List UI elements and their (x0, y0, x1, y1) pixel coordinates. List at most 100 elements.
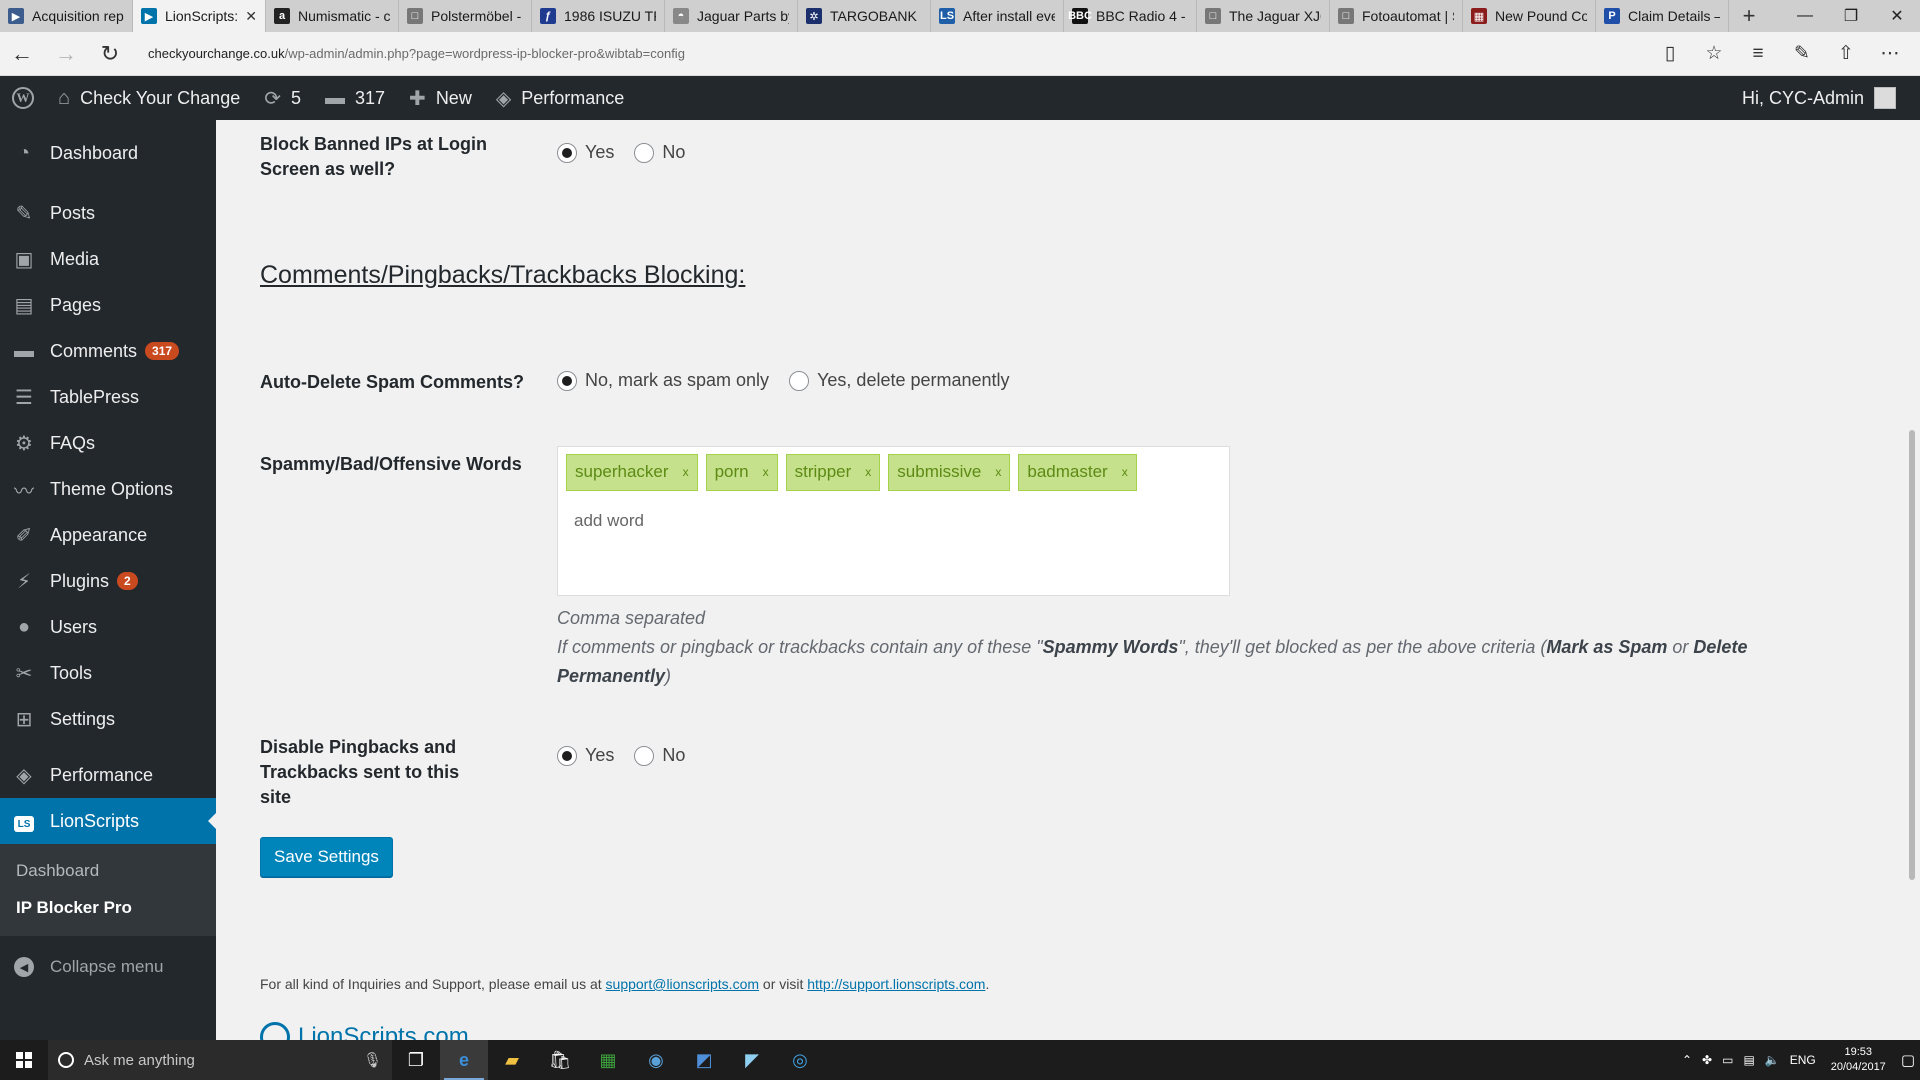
clock[interactable]: 19:53 20/04/2017 (1821, 1045, 1896, 1075)
back-arrow-icon[interactable]: ← (0, 32, 44, 76)
window-controls: — ❐ ✕ (1782, 0, 1920, 32)
share-icon[interactable]: ⇧ (1824, 42, 1868, 65)
performance-link[interactable]: ◈ Performance (484, 76, 636, 120)
sidebar-item-lionscripts[interactable]: LS LionScripts (0, 798, 216, 844)
collapse-menu-button[interactable]: ◀ Collapse menu (0, 942, 216, 992)
task-view-icon[interactable]: ❐ (392, 1040, 440, 1080)
action-center-icon[interactable]: ▢ (1896, 1051, 1920, 1069)
browser-tab[interactable]: □ The Jaguar XJ6 (1197, 0, 1330, 32)
login-block-no-radio[interactable]: No (634, 142, 685, 163)
login-block-label: Block Banned IPs at Login Screen as well… (260, 134, 488, 179)
notepad-icon[interactable]: ◤ (728, 1040, 776, 1080)
auto-delete-no-radio[interactable]: No, mark as spam only (557, 370, 769, 391)
comments-link[interactable]: ▬ 317 (313, 76, 397, 120)
browser-tab[interactable]: ✲ TARGOBANK (798, 0, 931, 32)
sidebar-item-faqs[interactable]: ⚙ FAQs (0, 420, 216, 466)
hub-icon[interactable]: ≡ (1736, 42, 1780, 65)
pingbacks-yes-radio[interactable]: Yes (557, 745, 614, 766)
browser-tab[interactable]: ƒ 1986 ISUZU TR (532, 0, 665, 32)
browser-tab[interactable]: ▶ LionScripts: ✕ (133, 0, 266, 32)
browser-tab[interactable]: BBC BBC Radio 4 - F (1064, 0, 1197, 32)
sidebar-item-appearance[interactable]: ✐ Appearance (0, 512, 216, 558)
browser-tab[interactable]: ▶ Acquisition repo (0, 0, 133, 32)
site-name-link[interactable]: ⌂ Check Your Change (46, 76, 252, 120)
save-settings-button[interactable]: Save Settings (260, 837, 393, 877)
browser-tab[interactable]: ◓ Jaguar Parts by (665, 0, 798, 32)
sidebar-item-plugins[interactable]: ⚡ Plugins 2 (0, 558, 216, 604)
sidebar-item-users[interactable]: ● Users (0, 604, 216, 650)
forward-arrow-icon[interactable]: → (44, 32, 88, 76)
count-badge: 2 (117, 572, 138, 590)
favorite-star-icon[interactable]: ☆ (1692, 42, 1736, 65)
new-content-link[interactable]: ✚ New (397, 76, 484, 120)
microphone-icon[interactable]: 🎙 (363, 1051, 382, 1069)
remove-tag-icon[interactable]: x (683, 465, 689, 479)
sidebar-item-performance[interactable]: ◈ Performance (0, 752, 216, 798)
language-indicator[interactable]: ENG (1785, 1053, 1821, 1067)
sidebar-item-settings[interactable]: ⊞ Settings (0, 696, 216, 742)
tray-app-icon[interactable]: ✤ (1697, 1053, 1717, 1067)
sidebar-item-theme-options[interactable]: 〰 Theme Options (0, 466, 216, 512)
scrollbar-thumb[interactable] (1909, 430, 1915, 880)
auto-delete-yes-radio[interactable]: Yes, delete permanently (789, 370, 1010, 391)
updates-link[interactable]: ⟳ 5 (252, 76, 313, 120)
radio-checked-icon (557, 370, 577, 391)
sidebar-item-posts[interactable]: ✎ Posts (0, 190, 216, 236)
spreadsheet-app-icon[interactable]: ▦ (584, 1040, 632, 1080)
teamviewer-icon[interactable]: ◎ (776, 1040, 824, 1080)
sidebar-item-tools[interactable]: ✂ Tools (0, 650, 216, 696)
add-word-input[interactable]: add word (574, 511, 1221, 531)
show-hidden-icons-icon[interactable]: ⌃ (1677, 1053, 1697, 1067)
app-icon[interactable]: ◉ (632, 1040, 680, 1080)
sidebar-item-label: Plugins (50, 570, 110, 591)
my-account-menu[interactable]: Hi, CYC-Admin (1742, 87, 1920, 109)
browser-tab[interactable]: ▦ New Pound Coi (1463, 0, 1596, 32)
browser-tab[interactable]: P Claim Details – (1596, 0, 1729, 32)
spam-words-tag-input[interactable]: superhacker x porn x stripper x submissive x bad… (557, 446, 1230, 596)
more-icon[interactable]: ⋯ (1868, 42, 1912, 65)
lionscripts-logo[interactable]: LionScripts.com (260, 1022, 469, 1040)
sidebar-item-media[interactable]: ▣ Media (0, 236, 216, 282)
sidebar-item-comments[interactable]: ▬ Comments 317 (0, 328, 216, 374)
admin-sidebar: ◔ Dashboard ✎ Posts ▣ Media ▤ Pages ▬ Comments 317… (0, 120, 216, 1040)
help-description-cont: Permanently) (557, 666, 672, 686)
web-note-icon[interactable]: ✎ (1780, 42, 1824, 65)
reading-view-icon[interactable]: ▯ (1648, 42, 1692, 65)
browser-tab[interactable]: LS After install eve (931, 0, 1064, 32)
new-tab-button[interactable]: + (1729, 0, 1769, 32)
radio-label: No (662, 142, 686, 162)
pingbacks-no-radio[interactable]: No (634, 745, 685, 766)
browser-tab[interactable]: □ Polstermöbel - (399, 0, 532, 32)
chart-app-icon[interactable]: ◩ (680, 1040, 728, 1080)
remove-tag-icon[interactable]: x (995, 465, 1001, 479)
remove-tag-icon[interactable]: x (1122, 465, 1128, 479)
url-field[interactable]: checkyourchange.co.uk/wp-admin/admin.php… (148, 46, 1648, 61)
submenu-item-ip-blocker-pro[interactable]: IP Blocker Pro (0, 889, 216, 926)
submenu-item-dashboard[interactable]: Dashboard (0, 852, 216, 889)
browser-tab[interactable]: a Numismatic - c (266, 0, 399, 32)
page-scrollbar[interactable] (1904, 120, 1920, 1040)
wp-logo-menu[interactable]: W (0, 76, 46, 120)
remove-tag-icon[interactable]: x (763, 465, 769, 479)
network-icon[interactable]: ▤ (1738, 1053, 1759, 1067)
battery-icon[interactable]: ▭ (1717, 1053, 1738, 1067)
edge-browser-icon[interactable]: e (440, 1040, 488, 1080)
support-site-link[interactable]: http://support.lionscripts.com (807, 976, 985, 992)
minimize-icon[interactable]: — (1782, 0, 1828, 32)
start-button[interactable] (0, 1040, 48, 1080)
close-icon[interactable]: ✕ (1874, 0, 1920, 32)
remove-tag-icon[interactable]: x (865, 465, 871, 479)
restore-icon[interactable]: ❐ (1828, 0, 1874, 32)
login-block-yes-radio[interactable]: Yes (557, 142, 614, 163)
refresh-icon[interactable]: ↻ (88, 32, 132, 76)
store-icon[interactable]: 🛍 (536, 1040, 584, 1080)
close-tab-icon[interactable]: ✕ (245, 8, 257, 25)
sidebar-item-tablepress[interactable]: ☰ TablePress (0, 374, 216, 420)
sidebar-item-pages[interactable]: ▤ Pages (0, 282, 216, 328)
support-email-link[interactable]: support@lionscripts.com (606, 976, 760, 992)
volume-icon[interactable]: 🔈 (1760, 1053, 1785, 1067)
sidebar-item-dashboard[interactable]: ◔ Dashboard (0, 130, 216, 176)
browser-tab[interactable]: □ Fotoautomat | S (1330, 0, 1463, 32)
file-explorer-icon[interactable]: ▰ (488, 1040, 536, 1080)
cortana-search-box[interactable]: Ask me anything 🎙 (48, 1040, 392, 1080)
